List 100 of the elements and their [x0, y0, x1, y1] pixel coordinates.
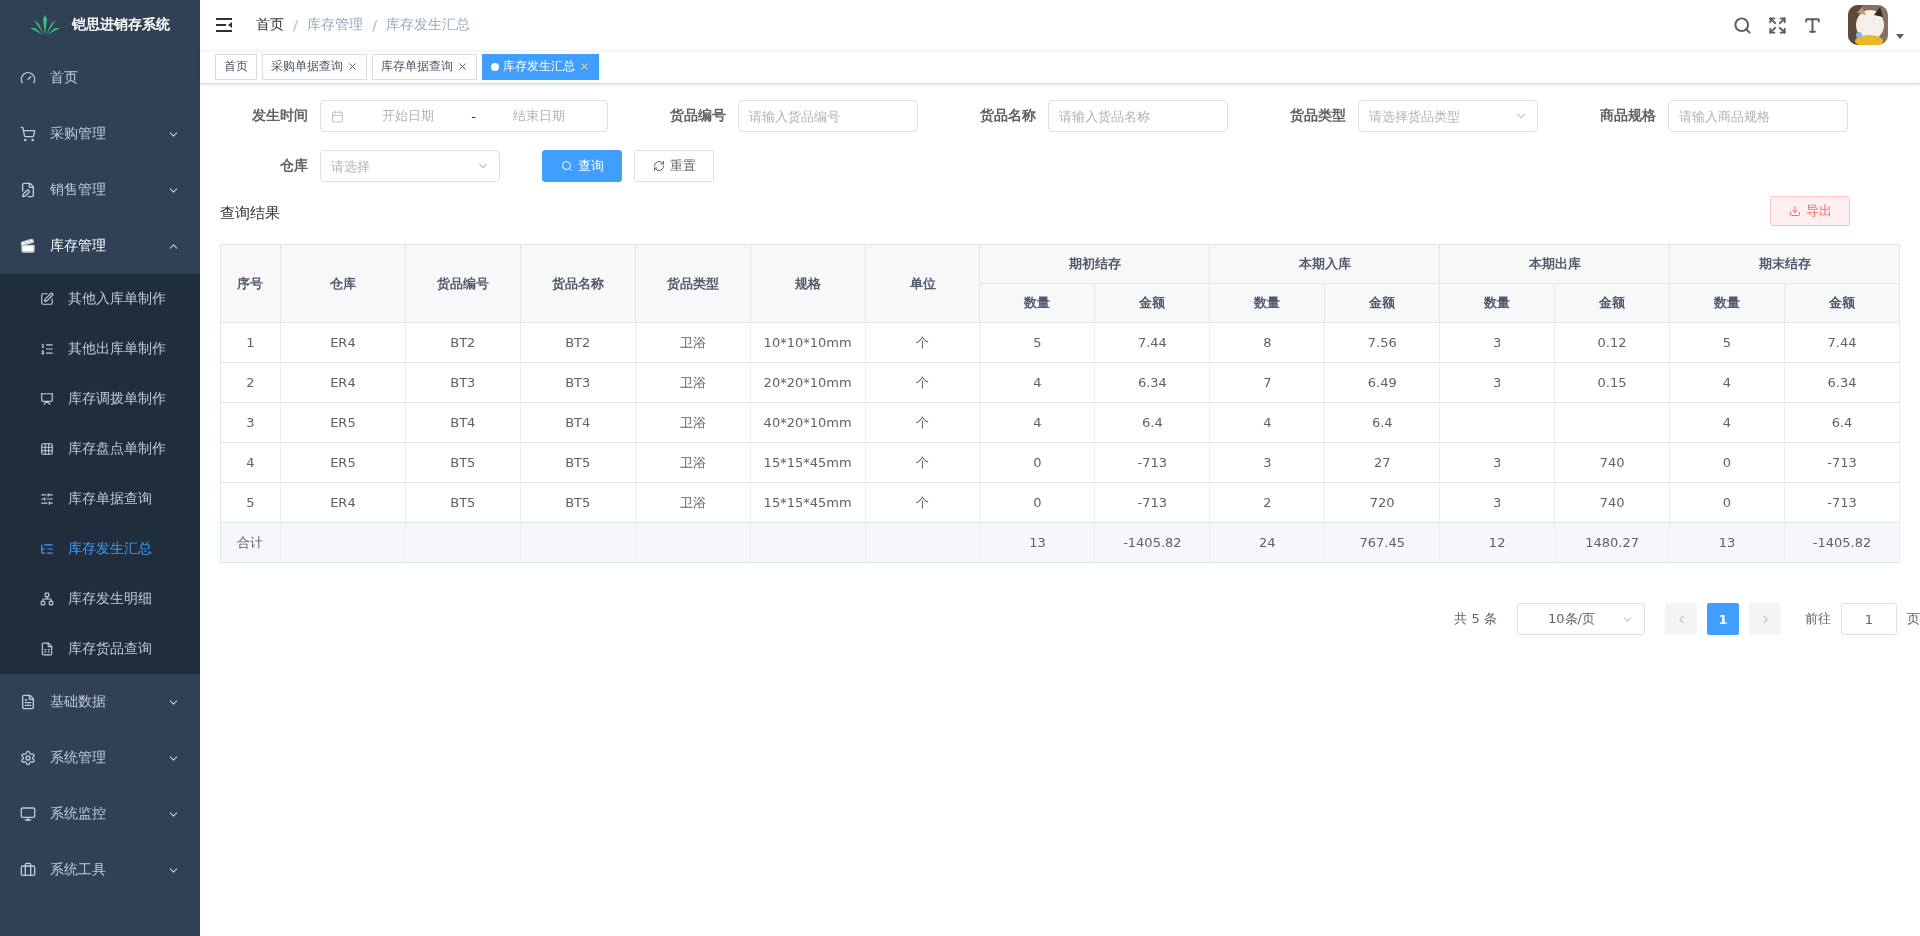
submenu-item[interactable]: 库存盘点单制作 — [0, 424, 200, 474]
table-cell: 卫浴 — [635, 482, 751, 523]
menu-icon[interactable] — [216, 18, 232, 32]
edit-icon — [40, 292, 54, 306]
submenu-item[interactable]: 其他出库单制作 — [0, 324, 200, 374]
gauge-icon — [20, 70, 36, 86]
table-cell: 5 — [220, 482, 281, 523]
close-icon[interactable] — [347, 61, 358, 72]
grid-icon — [40, 442, 54, 456]
total-label: 合计 — [220, 522, 281, 563]
status-dot-icon — [491, 62, 499, 71]
table-cell: 2 — [220, 362, 281, 403]
field-label: 货品编号 — [669, 107, 727, 125]
text-field[interactable]: 请输入商品规格 — [1668, 100, 1848, 132]
fullscreen-icon[interactable] — [1768, 15, 1787, 35]
column-header: 序号 — [220, 244, 281, 323]
calendar-icon — [331, 109, 344, 123]
table-cell: 卫浴 — [635, 442, 751, 483]
table-cell: 4 — [1669, 402, 1785, 443]
table-cell: -713 — [1784, 442, 1900, 483]
table-cell: 15*15*45mm — [750, 482, 866, 523]
submenu-item[interactable]: 库存调拨单制作 — [0, 374, 200, 424]
table-cell: 0 — [1669, 482, 1785, 523]
breadcrumb-separator: / — [293, 17, 299, 33]
table-cell: 0 — [1669, 442, 1785, 483]
avatar[interactable] — [1848, 5, 1888, 45]
table-cell: 3 — [1439, 482, 1555, 523]
view-tab[interactable]: 库存单据查询 — [372, 53, 477, 80]
text-field[interactable]: 请输入货品编号 — [738, 100, 918, 132]
select-field[interactable]: 请选择货品类型 — [1358, 100, 1538, 132]
table-cell: 4 — [1209, 402, 1325, 443]
column-header: 本期出库 — [1439, 244, 1670, 284]
text-field[interactable]: 请输入货品名称 — [1048, 100, 1228, 132]
table-cell: 8 — [1209, 322, 1325, 363]
submenu-item[interactable]: 库存单据查询 — [0, 474, 200, 524]
table-cell: 0 — [980, 482, 1095, 523]
view-tab[interactable]: 采购单据查询 — [262, 53, 367, 80]
briefcase-icon — [20, 862, 36, 878]
table-cell: 7.44 — [1094, 322, 1210, 363]
sliders-icon — [40, 492, 54, 506]
breadcrumb-item: 库存管理 — [307, 16, 364, 34]
app-title: 铠思进销存系统 — [72, 16, 170, 34]
table-cell: 个 — [865, 442, 980, 483]
gear-icon — [20, 750, 36, 766]
table-cell: 5 — [980, 322, 1095, 363]
table-cell: ER5 — [280, 442, 406, 483]
breadcrumb-separator: / — [372, 17, 378, 33]
date-range-field[interactable]: 开始日期 - 结束日期 — [320, 100, 608, 132]
view-tab[interactable]: 首页 — [215, 53, 257, 80]
column-header: 期初结存 — [980, 244, 1210, 284]
breadcrumb-item: 库存发生汇总 — [386, 16, 471, 34]
total-cell: 13 — [1669, 522, 1785, 563]
table-cell: 740 — [1554, 442, 1670, 483]
table-cell: BT5 — [405, 482, 521, 523]
page-number-field[interactable]: 1 — [1841, 603, 1897, 635]
table-cell: 4 — [1669, 362, 1785, 403]
total-cell: 12 — [1439, 522, 1555, 563]
table-cell: 27 — [1324, 442, 1440, 483]
field-label: 发生时间 — [251, 107, 309, 125]
total-cell: 24 — [1209, 522, 1325, 563]
table-cell: 7 — [1209, 362, 1325, 403]
column-header: 货品编号 — [405, 244, 521, 323]
column-header: 本期入库 — [1209, 244, 1440, 284]
refresh-icon — [652, 160, 665, 172]
select-field[interactable]: 请选择 — [320, 150, 500, 182]
total-cell: 767.45 — [1324, 522, 1440, 563]
table-cell: 个 — [865, 322, 980, 363]
close-icon[interactable] — [457, 61, 468, 72]
submenu-item[interactable]: 库存货品查询 — [0, 624, 200, 674]
table-cell: 6.34 — [1784, 362, 1900, 403]
table-cell: BT2 — [520, 322, 636, 363]
table-cell: 7.56 — [1324, 322, 1440, 363]
breadcrumb-item[interactable]: 首页 — [256, 16, 284, 34]
table-cell: 0.15 — [1554, 362, 1670, 403]
table-cell: 4 — [980, 362, 1095, 403]
field-label: 商品规格 — [1599, 107, 1657, 125]
search-icon — [560, 160, 573, 172]
table-cell: 3 — [1209, 442, 1325, 483]
reset-button[interactable]: 重置 — [634, 150, 714, 182]
caret-icon[interactable] — [1896, 33, 1904, 39]
page-size-select[interactable]: 10条/页 — [1517, 603, 1645, 635]
table-cell: 1 — [220, 322, 281, 363]
table-cell: 卫浴 — [635, 402, 751, 443]
table-cell: 20*20*10mm — [750, 362, 866, 403]
presentation-icon — [40, 392, 54, 406]
column-header: 规格 — [750, 244, 866, 323]
table-cell: BT5 — [520, 442, 636, 483]
table-cell: 4 — [220, 442, 281, 483]
submenu-item[interactable]: 库存发生汇总 — [0, 524, 200, 574]
table-cell: 3 — [1439, 362, 1555, 403]
table-cell: 个 — [865, 362, 980, 403]
table-cell: 4 — [980, 402, 1095, 443]
table-cell: ER5 — [280, 402, 406, 443]
font-size-icon[interactable] — [1803, 15, 1822, 35]
table-cell: 6.4 — [1784, 402, 1900, 443]
submenu-item[interactable]: 其他入库单制作 — [0, 274, 200, 324]
table-cell: BT2 — [405, 322, 521, 363]
submenu-item[interactable]: 库存发生明细 — [0, 574, 200, 624]
search-icon[interactable] — [1733, 15, 1752, 35]
table-cell: ER4 — [280, 322, 406, 363]
